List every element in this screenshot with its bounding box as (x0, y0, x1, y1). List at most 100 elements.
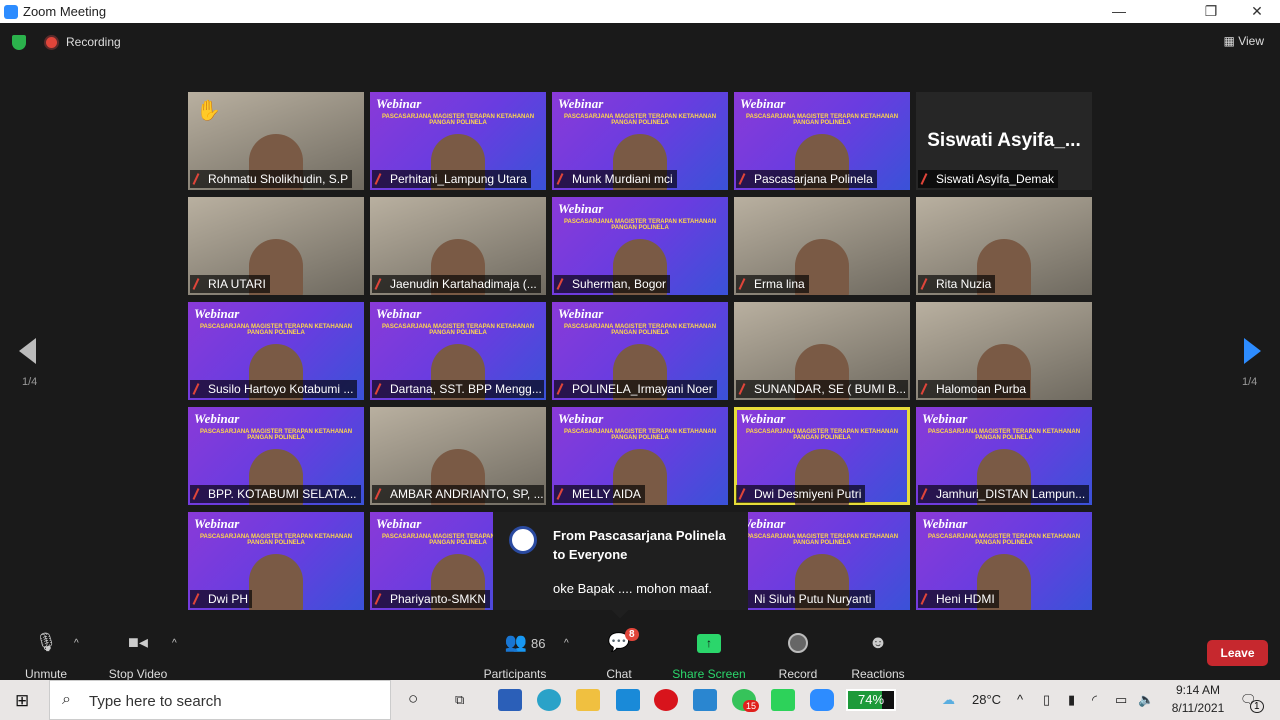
participant-name: Dwi Desmiyeni Putri (736, 485, 866, 503)
zoom-taskbar-icon[interactable] (810, 689, 834, 711)
chat-notification-popup[interactable]: From Pascasarjana Polinela to Everyone ok… (493, 512, 748, 619)
webinar-banner-subtitle: PASCASARJANA MAGISTER TERAPAN KETAHANAN … (745, 534, 899, 546)
cortana-icon[interactable]: ○ (408, 689, 418, 709)
word-icon[interactable] (498, 689, 522, 711)
mail-icon[interactable] (693, 689, 717, 711)
video-camera-icon[interactable]: ■◂ (128, 632, 148, 653)
reactions-smiley-icon[interactable]: ☻ (869, 632, 888, 653)
file-explorer-icon[interactable] (576, 689, 600, 711)
participant-tile[interactable]: WebinarPASCASARJANA MAGISTER TERAPAN KET… (916, 512, 1092, 610)
reactions-button[interactable]: Reactions (851, 667, 904, 681)
view-label: View (1238, 34, 1264, 48)
view-button[interactable]: ▦ View (1224, 34, 1264, 48)
unmute-button[interactable]: Unmute (25, 667, 67, 681)
participant-tile[interactable]: Webinar PASCASARJANA MAGISTER TERAPAN KET… (188, 302, 364, 400)
record-button[interactable]: Record (779, 667, 818, 681)
participant-name: Heni HDMI (918, 590, 999, 608)
participant-name: Dwi PH (190, 590, 253, 608)
muted-microphone-icon[interactable]: 🎙 (35, 632, 58, 653)
wifi-icon[interactable]: ◜ (1092, 692, 1097, 708)
participant-tile[interactable]: Webinar PASCASARJANA MAGISTER TERAPAN KET… (552, 92, 728, 190)
security-shield-icon[interactable] (12, 35, 26, 50)
l-app-icon[interactable] (616, 689, 640, 711)
participant-name: Rohmatu Sholikhudin, S.P (190, 170, 353, 188)
participant-tile[interactable]: WebinarPASCASARJANA MAGISTER TERAPAN KET… (370, 92, 546, 190)
participants-button[interactable]: Participants (484, 667, 547, 681)
taskbar-search-box[interactable]: ⌕ Type here to search (49, 680, 391, 720)
webinar-banner-subtitle: PASCASARJANA MAGISTER TERAPAN KETAHANAN … (563, 114, 717, 126)
webinar-banner-title: Webinar (194, 306, 240, 321)
participant-tile[interactable]: AMBAR ANDRIANTO, SP, ... (370, 407, 546, 505)
microphone-tray-icon[interactable]: ▮ (1068, 692, 1075, 708)
webinar-banner-subtitle: PASCASARJANA MAGISTER TERAPAN KETAHANAN … (563, 324, 717, 336)
webinar-banner-title: Webinar (922, 516, 968, 531)
weather-temperature[interactable]: 28°C (972, 692, 1001, 707)
next-page-arrow-icon[interactable] (1244, 338, 1261, 364)
webinar-banner-subtitle: PASCASARJANA MAGISTER TERAPAN KETAHANAN … (381, 324, 535, 336)
previous-page-arrow-icon[interactable] (19, 338, 36, 364)
participant-tile[interactable]: WebinarPASCASARJANA MAGISTER TERAPAN KET… (552, 407, 728, 505)
weather-cloud-icon[interactable]: ☁ (942, 692, 955, 708)
recording-icon (46, 37, 57, 48)
video-options-caret[interactable]: ^ (172, 638, 177, 649)
participant-name: Erma lina (736, 275, 809, 293)
minimize-button[interactable]: — (1096, 0, 1142, 23)
clock-time[interactable]: 9:14 AM (1168, 683, 1228, 697)
spotify-icon[interactable] (771, 689, 795, 711)
restore-button[interactable]: ❐ (1188, 0, 1234, 23)
participant-tile[interactable]: WebinarPASCASARJANA MAGISTER TERAPAN KET… (734, 92, 910, 190)
chat-from: From Pascasarjana Polinela (553, 528, 726, 543)
clock-date[interactable]: 8/11/2021 (1161, 701, 1235, 715)
audio-options-caret[interactable]: ^ (74, 638, 79, 649)
meeting-top-bar: Recording ▦ View (0, 23, 1280, 63)
webinar-banner-subtitle: PASCASARJANA MAGISTER TERAPAN KETAHANAN … (199, 324, 353, 336)
task-view-icon[interactable]: ⧉ (455, 692, 464, 708)
share-screen-arrow-icon[interactable]: ↑ (697, 634, 721, 653)
stop-video-button[interactable]: Stop Video (109, 667, 168, 681)
participant-tile[interactable]: ✋ Rohmatu Sholikhudin, S.P (188, 92, 364, 190)
participant-name: SUNANDAR, SE ( BUMI B... (736, 380, 908, 398)
zoom-logo-icon (4, 4, 18, 19)
participant-video (249, 554, 303, 610)
opera-icon[interactable] (654, 689, 678, 711)
participant-name: Jaenudin Kartahadimaja (... (372, 275, 541, 293)
participant-tile[interactable]: WebinarPASCASARJANA MAGISTER TERAPAN KET… (552, 197, 728, 295)
participant-name: Siswati Asyifa_Demak (918, 170, 1059, 188)
leave-button[interactable]: Leave (1207, 640, 1268, 666)
participant-tile[interactable]: Siswati Asyifa_... Siswati Asyifa_Demak (916, 92, 1092, 190)
windows-start-icon[interactable]: ⊞ (15, 691, 29, 711)
page-indicator-right: 1/4 (1242, 376, 1258, 388)
chat-sender: From Pascasarjana Polinela to Everyone (553, 526, 726, 564)
chat-button[interactable]: Chat (606, 667, 631, 681)
participant-tile[interactable]: Jaenudin Kartahadimaja (... (370, 197, 546, 295)
participant-tile[interactable]: SUNANDAR, SE ( BUMI B... (734, 302, 910, 400)
participant-name: Munk Murdiani mci (554, 170, 677, 188)
device-icon[interactable]: ▯ (1043, 692, 1050, 708)
battery-indicator[interactable]: 74% (846, 689, 896, 711)
participant-tile[interactable]: WebinarPASCASARJANA MAGISTER TERAPAN KET… (188, 512, 364, 610)
participant-tile[interactable]: RIA UTARI (188, 197, 364, 295)
participant-tile[interactable]: WebinarPASCASARJANA MAGISTER TERAPAN KET… (552, 302, 728, 400)
participant-tile[interactable]: Halomoan Purba (916, 302, 1092, 400)
participant-tile[interactable]: WebinarPASCASARJANA MAGISTER TERAPAN KET… (734, 512, 910, 610)
participants-icon[interactable]: 👥 (505, 632, 527, 653)
participant-tile[interactable]: Rita Nuzia (916, 197, 1092, 295)
webinar-banner-title: Webinar (558, 96, 604, 111)
power-plug-icon[interactable]: ▭ (1115, 692, 1127, 708)
webinar-banner-title: Webinar (558, 201, 604, 216)
close-button[interactable]: ✕ (1234, 0, 1280, 23)
sender-avatar (509, 526, 537, 554)
participant-tile[interactable]: WebinarPASCASARJANA MAGISTER TERAPAN KET… (734, 407, 910, 505)
participant-tile[interactable]: Erma lina (734, 197, 910, 295)
show-hidden-icons-caret[interactable]: ^ (1017, 692, 1023, 707)
record-icon[interactable] (788, 633, 808, 653)
participant-tile[interactable]: WebinarPASCASARJANA MAGISTER TERAPAN KET… (188, 407, 364, 505)
volume-icon[interactable]: 🔈 (1138, 692, 1154, 708)
participant-tile[interactable]: WebinarPASCASARJANA MAGISTER TERAPAN KET… (370, 302, 546, 400)
share-screen-button[interactable]: Share Screen (672, 667, 745, 681)
edge-icon[interactable] (537, 689, 561, 711)
participants-options-caret[interactable]: ^ (564, 638, 569, 649)
participant-tile[interactable]: WebinarPASCASARJANA MAGISTER TERAPAN KET… (916, 407, 1092, 505)
page-indicator-left: 1/4 (22, 376, 38, 388)
participant-name: Pascasarjana Polinela (736, 170, 877, 188)
